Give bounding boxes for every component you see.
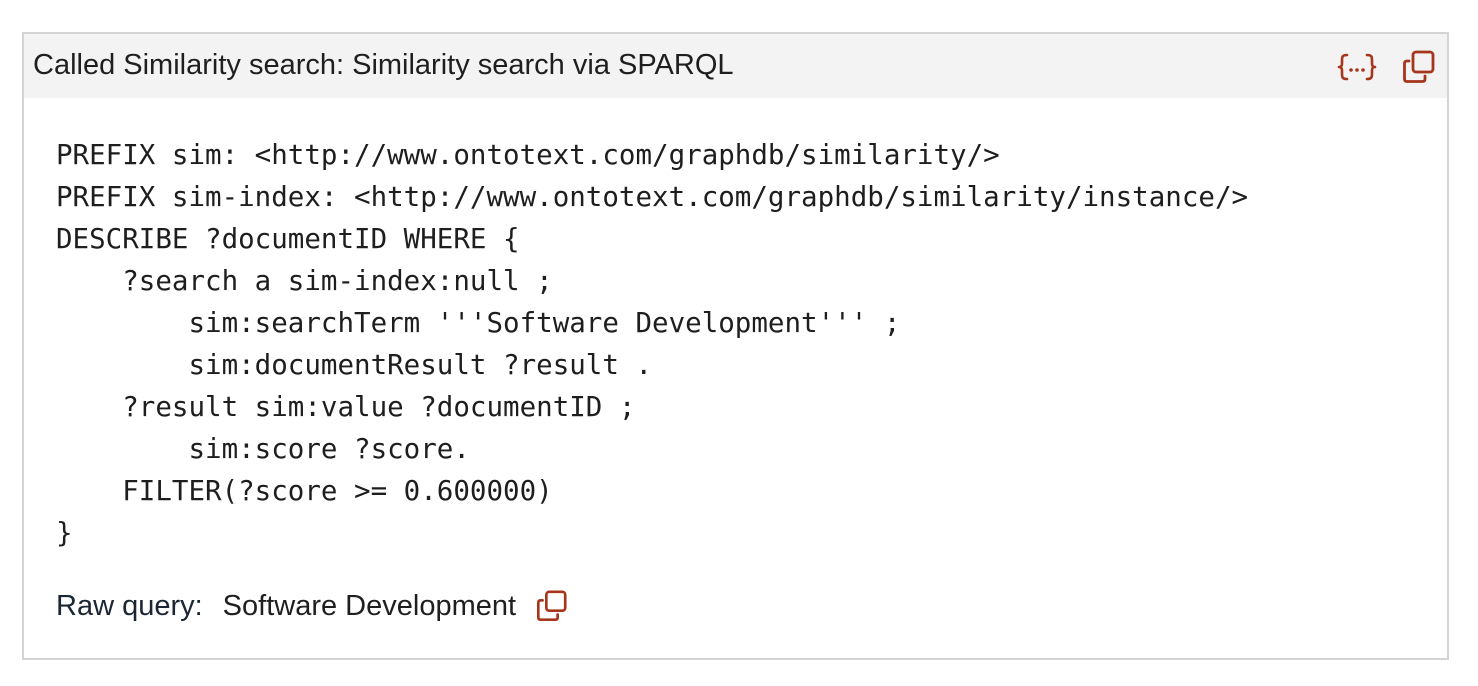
tool-call-panel: Called Similarity search: Similarity sea… (22, 32, 1449, 660)
view-json-button[interactable] (1337, 49, 1377, 85)
panel-header: Called Similarity search: Similarity sea… (24, 34, 1447, 98)
copy-icon (1403, 50, 1435, 83)
panel-title: Called Similarity search: Similarity sea… (33, 49, 734, 81)
raw-query-row: Raw query: Software Development (56, 586, 572, 626)
raw-query-value: Software Development (222, 589, 517, 622)
header-actions (1337, 49, 1439, 85)
raw-query-label: Raw query: (56, 589, 203, 622)
copy-icon (537, 590, 567, 622)
sparql-code-block: PREFIX sim: <http://www.ontotext.com/gra… (56, 139, 1249, 549)
copy-query-button[interactable] (1399, 49, 1439, 85)
curly-braces-ellipsis-icon (1337, 53, 1377, 81)
copy-raw-query-button[interactable] (532, 586, 572, 626)
